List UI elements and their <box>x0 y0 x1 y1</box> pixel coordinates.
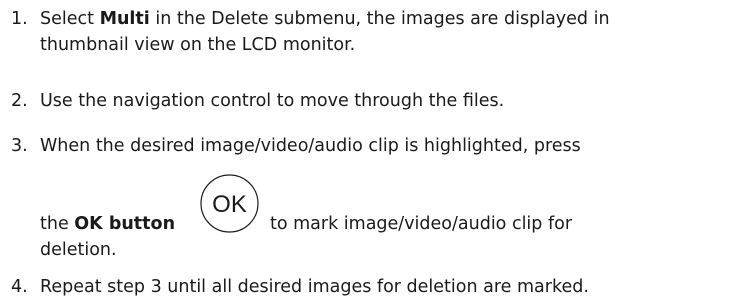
step-number: 1. <box>11 9 28 29</box>
step-line: Repeat step 3 until all desired images f… <box>40 277 589 297</box>
ok-icon-text: OK <box>212 191 247 218</box>
step-text: Select Multi in the Delete submenu, the … <box>40 6 727 58</box>
menu-option-multi: Multi <box>99 9 150 29</box>
step-line: Use the navigation control to move throu… <box>40 91 505 111</box>
step-text: Repeat step 3 until all desired images f… <box>40 274 727 300</box>
step-line: deletion. <box>40 240 117 260</box>
step-text-post: to mark image/video/audio clip for <box>270 214 573 234</box>
step-line: Select Multi in the Delete submenu, the … <box>40 6 727 32</box>
step-line: thumbnail view on the LCD monitor. <box>40 35 356 55</box>
step-text-pre: Select <box>40 9 100 29</box>
step-text: When the desired image/video/audio clip … <box>40 133 727 159</box>
step-number: 3. <box>11 136 28 156</box>
ok-button-label: OK button <box>74 214 176 234</box>
step-line: When the desired image/video/audio clip … <box>40 136 581 156</box>
step-number: 2. <box>11 91 28 111</box>
step-text: Use the navigation control to move throu… <box>40 88 727 114</box>
step-text-post: in the Delete submenu, the images are di… <box>149 9 610 29</box>
step-text-pre: the <box>40 214 75 234</box>
ok-button-icon: OK <box>200 174 259 233</box>
step-number: 4. <box>11 277 28 297</box>
step-line: the OK button <box>40 211 175 237</box>
